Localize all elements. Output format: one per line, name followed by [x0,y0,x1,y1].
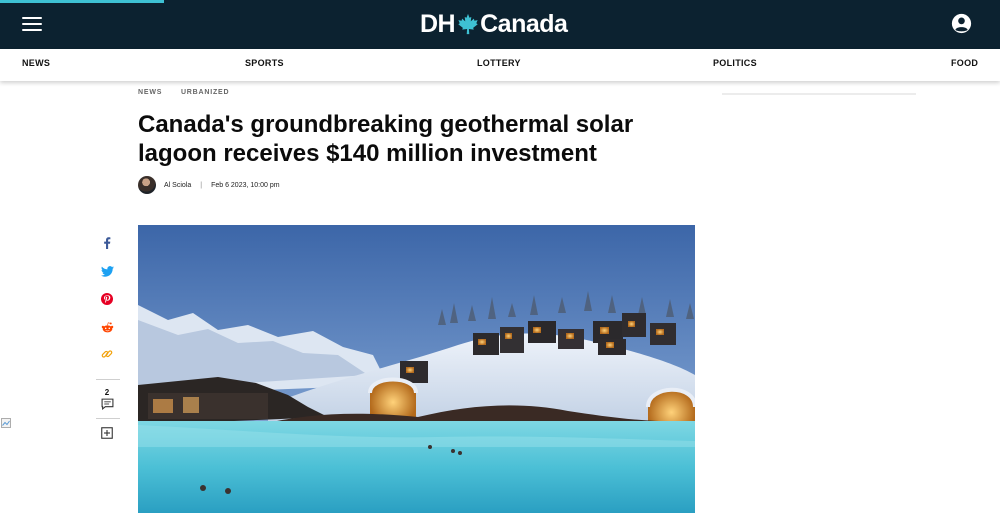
reddit-icon[interactable] [98,318,116,336]
comment-icon[interactable] [98,395,116,413]
author-avatar[interactable] [138,176,156,194]
sidebar-ad-slot [722,93,916,95]
copy-link-icon[interactable] [98,345,116,363]
share-divider-2 [96,418,120,419]
site-logo[interactable]: DH Canada [420,9,568,39]
byline-separator: | [200,181,203,189]
publish-date: Feb 6 2023, 10:00 pm [211,181,280,189]
add-icon[interactable] [98,424,116,442]
article-headline: Canada's groundbreaking geothermal solar… [138,110,698,168]
nav-item-food[interactable]: FOOD [951,58,978,68]
broken-image-icon [1,418,11,428]
author-name[interactable]: Al Sciola [164,182,191,189]
breadcrumb-news[interactable]: NEWS [138,89,162,96]
breadcrumb: NEWS URBANIZED [138,89,245,96]
headline-line-2: lagoon receives $140 million investment [138,140,597,167]
section-nav: NEWS SPORTS LOTTERY POLITICS FOOD [0,49,1000,81]
share-divider [96,379,120,380]
account-circle-icon[interactable] [951,13,972,34]
nav-item-lottery[interactable]: LOTTERY [477,58,521,68]
facebook-icon[interactable] [98,234,116,252]
nav-item-sports[interactable]: SPORTS [245,58,284,68]
logo-prefix: DH [420,9,456,38]
twitter-icon[interactable] [98,262,116,280]
reading-progress-bar [0,0,164,3]
breadcrumb-urbanized[interactable]: URBANIZED [181,89,229,96]
headline-line-1: Canada's groundbreaking geothermal solar [138,111,634,138]
nav-item-news[interactable]: NEWS [22,58,50,68]
pinterest-icon[interactable] [98,290,116,308]
top-bar: DH Canada [0,0,1000,49]
nav-item-politics[interactable]: POLITICS [713,58,757,68]
hero-image[interactable] [138,225,695,513]
maple-leaf-icon [458,13,478,35]
byline: Al Sciola | Feb 6 2023, 10:00 pm [138,176,280,194]
logo-suffix: Canada [480,9,568,38]
hero-image-illustration [138,225,695,513]
hamburger-menu-icon[interactable] [22,14,44,34]
